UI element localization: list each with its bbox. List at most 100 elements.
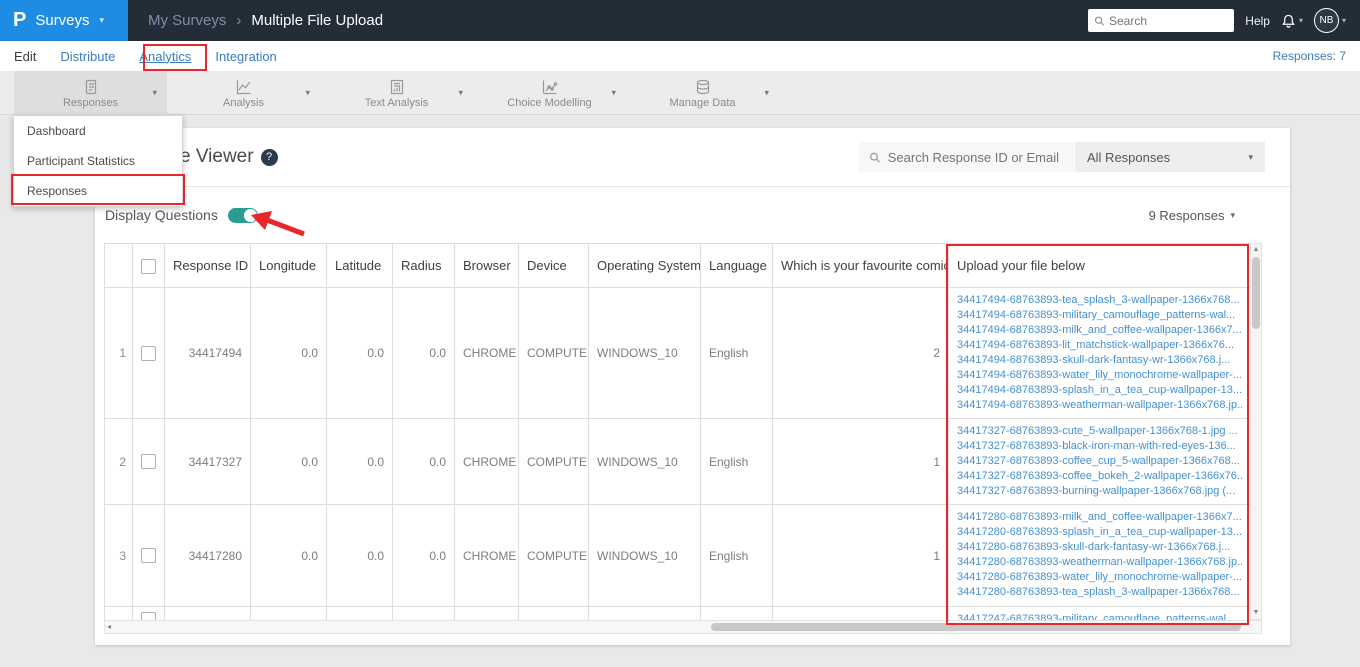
horizontal-scrollbar[interactable]: ◂: [104, 620, 1262, 634]
breadcrumb-parent[interactable]: My Surveys: [148, 12, 226, 29]
table-viewport: Response ID▴ Longitude Latitude Radius Brows…: [104, 243, 1250, 620]
menu-item-dashboard[interactable]: Dashboard: [14, 116, 182, 146]
latitude-cell: 0.0: [326, 418, 393, 505]
column-header-latitude[interactable]: Latitude: [326, 243, 393, 288]
menu-item-participant-statistics[interactable]: Participant Statistics: [14, 146, 182, 176]
file-link[interactable]: 34417327-68763893-cute_5-wallpaper-1366x…: [957, 424, 1242, 439]
browser-cell: [454, 606, 519, 620]
column-header-language[interactable]: Language: [700, 243, 773, 288]
os-cell: WINDOWS_10: [588, 418, 701, 505]
vertical-scrollbar-thumb[interactable]: [1252, 257, 1260, 329]
card-header: Response Viewer ? All Responses ▾: [95, 128, 1290, 186]
global-search-input[interactable]: [1108, 13, 1229, 28]
viewer-controls: All Responses ▾: [859, 142, 1265, 172]
chevron-down-icon[interactable]: ▾: [611, 88, 616, 99]
notifications-button[interactable]: ▾: [1281, 13, 1303, 29]
column-header-response-id[interactable]: Response ID▴: [164, 243, 251, 288]
file-link[interactable]: 34417280-68763893-skull-dark-fantasy-wr-…: [957, 540, 1242, 555]
toolbar-item-label: Manage Data: [669, 96, 736, 109]
row-number-cell: 3: [104, 504, 133, 607]
scroll-left-icon[interactable]: ◂: [107, 621, 111, 633]
file-link[interactable]: 34417494-68763893-skull-dark-fantasy-wr-…: [957, 353, 1242, 368]
app-switcher[interactable]: P Surveys ▾: [0, 0, 128, 41]
response-search[interactable]: [859, 142, 1074, 172]
radius-cell: 0.0: [392, 287, 455, 419]
column-header-label: Which is your favourite comics?: [781, 258, 949, 273]
file-link[interactable]: 34417494-68763893-military_camouflage_pa…: [957, 308, 1242, 323]
toolbar-item-label: Responses: [62, 96, 119, 109]
longitude-cell: [250, 606, 327, 620]
file-link[interactable]: 34417494-68763893-milk_and_coffee-wallpa…: [957, 323, 1242, 338]
column-header-label: Browser: [463, 258, 511, 273]
file-link[interactable]: 34417327-68763893-black-iron-man-with-re…: [957, 439, 1242, 454]
account-menu[interactable]: NB ▾: [1313, 8, 1346, 33]
tab-distribute[interactable]: Distribute: [60, 49, 115, 64]
file-link[interactable]: 34417327-68763893-coffee_bokeh_2-wallpap…: [957, 469, 1242, 484]
help-link[interactable]: Help: [1245, 14, 1270, 28]
file-link[interactable]: 34417280-68763893-water_lily_monochrome-…: [957, 570, 1242, 585]
response-search-input[interactable]: [887, 149, 1064, 165]
column-header-longitude[interactable]: Longitude: [250, 243, 327, 288]
language-cell: [700, 606, 773, 620]
toolbar-item-analysis[interactable]: Analysis ▾: [167, 71, 320, 115]
response-id-cell: 34417494: [164, 287, 251, 419]
chevron-down-icon[interactable]: ▾: [764, 88, 769, 99]
file-link[interactable]: 34417280-68763893-weatherman-wallpaper-1…: [957, 555, 1242, 570]
device-cell: COMPUTER: [518, 504, 589, 607]
breadcrumb: My Surveys › Multiple File Upload: [148, 12, 383, 29]
column-header-radius[interactable]: Radius: [392, 243, 455, 288]
select-all-checkbox[interactable]: [141, 258, 156, 274]
column-header-operating-system[interactable]: Operating System: [588, 243, 701, 288]
help-icon[interactable]: ?: [260, 148, 278, 166]
file-link[interactable]: 34417494-68763893-tea_splash_3-wallpaper…: [957, 293, 1242, 308]
column-header-label: Radius: [401, 258, 442, 273]
tab-edit[interactable]: Edit: [14, 49, 36, 64]
toolbar-item-choice-modelling[interactable]: Choice Modelling ▾: [473, 71, 626, 115]
file-link[interactable]: 34417280-68763893-tea_splash_3-wallpaper…: [957, 585, 1242, 600]
display-questions-toggle[interactable]: [227, 207, 258, 223]
scroll-down-icon[interactable]: ▼: [1251, 607, 1261, 619]
file-link[interactable]: 34417247-68763893-military_camouflage_pa…: [957, 612, 1242, 620]
toolbar-item-text-analysis[interactable]: Text Analysis ▾: [320, 71, 473, 115]
toolbar-item-responses[interactable]: Responses ▾: [14, 71, 167, 115]
file-link[interactable]: 34417494-68763893-lit_matchstick-wallpap…: [957, 338, 1242, 353]
file-link[interactable]: 34417327-68763893-burning-wallpaper-1366…: [957, 484, 1242, 499]
uploaded-files-cell: 34417494-68763893-tea_splash_3-wallpaper…: [948, 287, 1250, 419]
row-checkbox[interactable]: [141, 548, 156, 564]
row-checkbox[interactable]: [141, 345, 156, 361]
file-link[interactable]: 34417280-68763893-splash_in_a_tea_cup-wa…: [957, 525, 1242, 540]
column-header-which-is-your-favourite-comics[interactable]: Which is your favourite comics?: [772, 243, 949, 288]
response-id-cell: [164, 606, 251, 620]
chevron-down-icon[interactable]: ▾: [152, 88, 157, 99]
column-header-browser[interactable]: Browser: [454, 243, 519, 288]
toolbar-item-manage-data[interactable]: Manage Data ▾: [626, 71, 779, 115]
file-link[interactable]: 34417280-68763893-milk_and_coffee-wallpa…: [957, 510, 1242, 525]
scroll-up-icon[interactable]: ▲: [1251, 244, 1261, 256]
horizontal-scrollbar-thumb[interactable]: [711, 623, 1241, 631]
chevron-down-icon[interactable]: ▾: [305, 88, 310, 99]
response-filter-select[interactable]: All Responses ▾: [1075, 142, 1265, 172]
file-link[interactable]: 34417327-68763893-coffee_cup_5-wallpaper…: [957, 454, 1242, 469]
database-icon: [694, 78, 712, 96]
column-header-upload-your-file-below[interactable]: Upload your file below: [948, 243, 1250, 288]
chevron-down-icon: ▾: [99, 15, 105, 25]
column-header-device[interactable]: Device: [518, 243, 589, 288]
toolbar-item-label: Choice Modelling: [507, 96, 592, 109]
menu-item-responses[interactable]: Responses: [14, 176, 182, 206]
row-checkbox[interactable]: [141, 612, 156, 620]
row-checkbox[interactable]: [141, 454, 156, 470]
file-link[interactable]: 34417494-68763893-water_lily_monochrome-…: [957, 368, 1242, 383]
checkbox-cell: [132, 287, 165, 419]
vertical-scrollbar[interactable]: ▲ ▼: [1250, 243, 1262, 620]
table-row: 34417247-68763893-military_camouflage_pa…: [104, 606, 1250, 620]
responses-count-dropdown[interactable]: 9 Responses ▾: [1149, 208, 1235, 223]
chevron-down-icon: ▾: [1341, 16, 1346, 25]
file-link[interactable]: 34417494-68763893-weatherman-wallpaper-1…: [957, 398, 1242, 413]
bell-icon: [1282, 14, 1295, 28]
tab-integration[interactable]: Integration: [215, 49, 276, 64]
uploaded-files-cell: 34417280-68763893-milk_and_coffee-wallpa…: [948, 504, 1250, 607]
global-search[interactable]: [1088, 9, 1235, 32]
chevron-down-icon[interactable]: ▾: [458, 88, 463, 99]
tab-analytics[interactable]: Analytics: [139, 49, 191, 64]
file-link[interactable]: 34417494-68763893-splash_in_a_tea_cup-wa…: [957, 383, 1242, 398]
